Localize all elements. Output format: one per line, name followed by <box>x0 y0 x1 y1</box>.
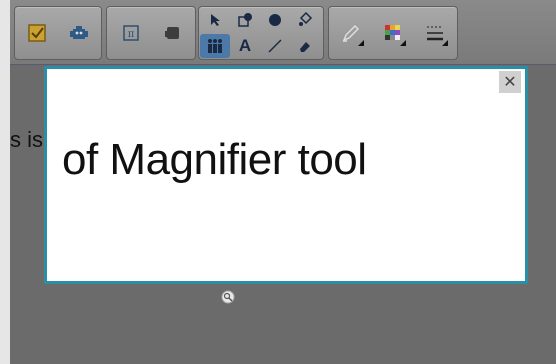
magnifier-window[interactable]: of Magnifier tool ✕ <box>44 66 528 284</box>
toolbar: π A <box>10 0 556 65</box>
pen-icon[interactable] <box>335 17 367 49</box>
background-text: s is <box>10 127 43 152</box>
text-icon[interactable]: A <box>230 34 260 58</box>
magnifier-cursor-icon <box>221 290 235 304</box>
robot-icon[interactable] <box>63 17 95 49</box>
checkbox-icon[interactable] <box>21 17 53 49</box>
shape-icon[interactable] <box>230 8 260 32</box>
pi-icon[interactable]: π <box>115 17 147 49</box>
check-group <box>14 6 102 60</box>
style-group <box>328 6 458 60</box>
stamp-icon[interactable] <box>157 17 189 49</box>
math-group: π <box>106 6 196 60</box>
people-icon[interactable] <box>200 34 230 58</box>
fill-bucket-icon[interactable] <box>290 8 320 32</box>
pointer-icon[interactable] <box>200 8 230 32</box>
left-panel-strip <box>0 0 10 364</box>
eraser-icon[interactable] <box>290 34 320 58</box>
line-icon[interactable] <box>260 34 290 58</box>
color-palette-icon[interactable] <box>377 17 409 49</box>
close-button[interactable]: ✕ <box>499 71 521 93</box>
close-icon: ✕ <box>503 74 517 91</box>
magnified-text: of Magnifier tool <box>62 135 367 184</box>
text-tool-label: A <box>238 36 252 55</box>
svg-text:π: π <box>128 29 135 40</box>
draw-group: A <box>198 6 324 60</box>
fill-shape-icon[interactable] <box>260 8 290 32</box>
line-style-icon[interactable] <box>419 17 451 49</box>
